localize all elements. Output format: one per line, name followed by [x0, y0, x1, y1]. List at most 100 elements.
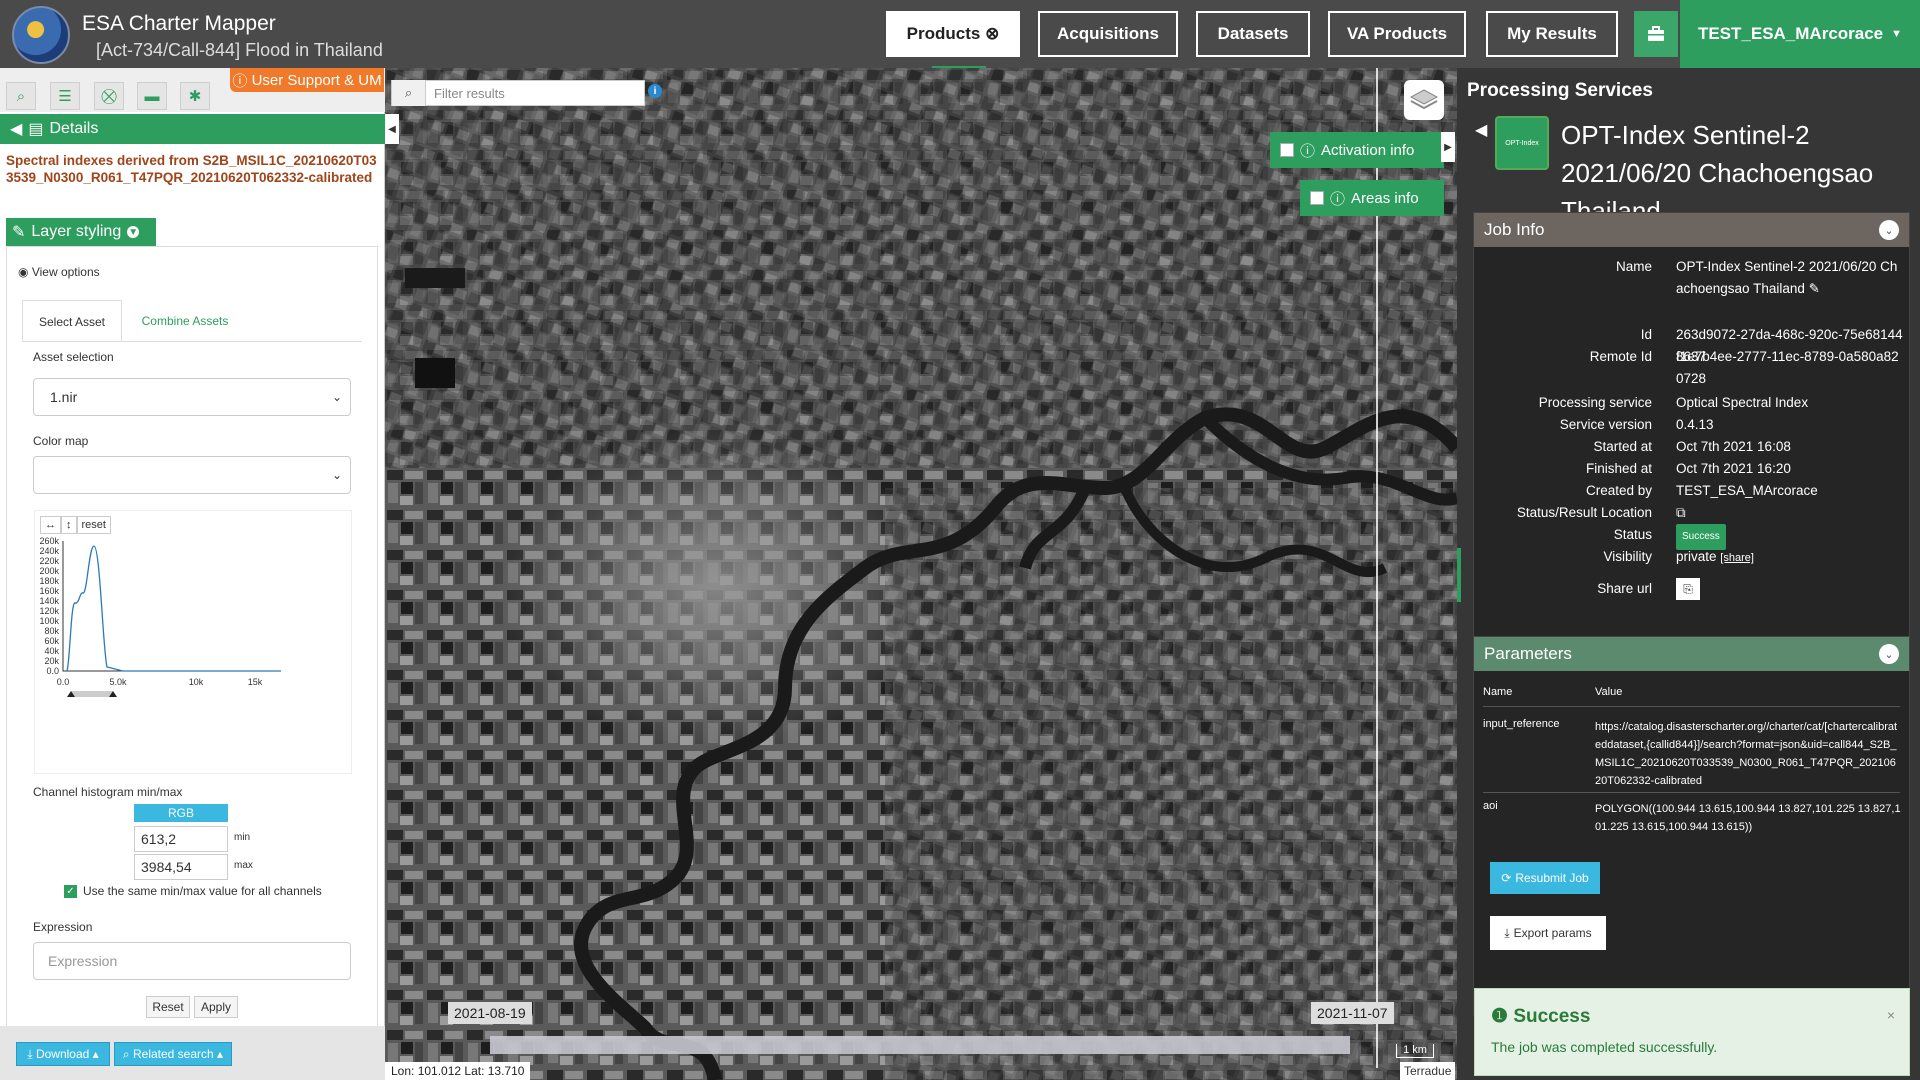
satellite-imagery[interactable]	[385, 68, 1457, 1080]
back-arrow-icon[interactable]: ◀	[10, 119, 22, 139]
download-icon: ⤓	[27, 1046, 36, 1061]
attribution[interactable]: Terradue	[1400, 1062, 1456, 1080]
close-circle-icon[interactable]: ⊗	[985, 24, 999, 44]
briefcase-icon[interactable]	[1634, 11, 1678, 57]
external-link-icon[interactable]: ⧉	[1676, 505, 1686, 520]
search-icon: ⌕	[122, 1046, 133, 1061]
histogram-y-tick: 0.0	[46, 666, 59, 676]
chevron-down-icon[interactable]: ⌄	[1879, 644, 1899, 664]
filter-results[interactable]: ⌕ Filter results	[391, 80, 645, 106]
resubmit-label: Resubmit Job	[1515, 871, 1589, 885]
user-support-label: User Support & UM	[251, 71, 382, 89]
chevron-down-icon: ⌄	[331, 390, 342, 404]
chevron-down-icon[interactable]: ⌄	[1879, 220, 1899, 240]
service-icon: OPT-Index	[1495, 116, 1549, 170]
nav-products[interactable]: Products ⊗	[886, 11, 1020, 57]
nav-my-results[interactable]: My Results	[1486, 11, 1618, 57]
view-options-toggle[interactable]: ◉ View options	[18, 265, 100, 279]
user-name: TEST_ESA_MArcorace	[1697, 24, 1884, 43]
histogram-y-tick: 260k	[39, 536, 59, 546]
histogram-y-tick: 220k	[39, 556, 59, 566]
param-name-aoi: aoi	[1483, 800, 1498, 812]
download-button[interactable]: ⤓ Download ▴	[16, 1042, 110, 1066]
parameters-header[interactable]: Parameters ⌄	[1474, 637, 1909, 671]
resubmit-job-button[interactable]: ⟳ Resubmit Job	[1490, 862, 1600, 894]
gear-icon[interactable]: ✱	[180, 82, 210, 110]
chevron-down-icon[interactable]: ▼	[127, 226, 140, 238]
reset-button[interactable]: Reset	[146, 996, 190, 1018]
nav-va-products[interactable]: VA Products	[1328, 11, 1466, 57]
activation-info-button[interactable]: ⓘ Activation info	[1270, 132, 1444, 168]
panel-resize-handle[interactable]	[1457, 548, 1461, 602]
expand-vertical-icon[interactable]: ↕	[61, 516, 77, 534]
archive-icon[interactable]: ▬	[137, 82, 167, 110]
job-info-header[interactable]: Job Info ⌄	[1474, 213, 1909, 247]
timeline-slider[interactable]	[490, 1036, 1350, 1054]
activation-info-checkbox[interactable]	[1280, 143, 1294, 157]
param-value-aoi: POLYGON((100.944 13.615,100.944 13.827,1…	[1595, 803, 1901, 833]
details-header[interactable]: ◀ ▤ Details	[0, 114, 385, 144]
histogram-x-tick: 10k	[189, 677, 204, 687]
back-arrow-icon[interactable]: ◀	[1475, 120, 1487, 140]
timeline-start-date: 2021-08-19	[448, 1002, 532, 1024]
areas-info-label: Areas info	[1351, 189, 1419, 207]
max-input[interactable]: 3984,54	[134, 854, 228, 880]
job-info-value: private [share]	[1676, 549, 1754, 564]
exclamation-circle-icon: ❶	[1491, 1006, 1514, 1027]
job-info-value: TEST_ESA_MArcorace	[1676, 483, 1818, 498]
histogram-y-tick: 180k	[39, 576, 59, 586]
user-menu[interactable]: TEST_ESA_MArcorace ▼	[1680, 0, 1920, 68]
nav-acquisitions[interactable]: Acquisitions	[1038, 11, 1178, 57]
histogram-y-tick: 20k	[44, 656, 59, 666]
param-divider	[1483, 706, 1900, 707]
channel-histogram-label: Channel histogram min/max	[33, 785, 183, 799]
expand-horizontal-icon[interactable]: ↔	[40, 516, 61, 534]
same-minmax-checkbox[interactable]: ✓	[64, 884, 77, 898]
same-minmax-row: ✓ Use the same min/max value for all chan…	[64, 884, 322, 898]
asset-selection-select[interactable]: 1.nir ⌄	[33, 378, 351, 416]
map-view[interactable]	[385, 68, 1457, 1080]
job-info-value: f1e7b4ee-2777-11ec-8789-0a580a820728	[1676, 349, 1899, 386]
info-icon: ⓘ	[1300, 142, 1316, 160]
tab-select-asset[interactable]: Select Asset	[22, 300, 122, 342]
histogram-x-tick: 5.0k	[109, 677, 127, 687]
user-support-button[interactable]: ⓘ User Support & UM	[230, 68, 384, 92]
color-map-select[interactable]: ⌄	[33, 456, 351, 494]
filter-results-input[interactable]: Filter results	[426, 86, 505, 101]
histogram-y-tick: 100k	[39, 616, 59, 626]
histogram-x-tick: 0.0	[57, 677, 70, 687]
expand-right-arrow[interactable]: ▶	[1441, 132, 1455, 162]
service-icon-label: OPT-Index	[1505, 139, 1539, 147]
histogram-reset-button[interactable]: reset	[76, 516, 111, 534]
basket-icon[interactable]: ⛒	[94, 82, 124, 110]
collapse-left-panel-button[interactable]: ◀	[385, 114, 399, 144]
param-value-header: Value	[1595, 686, 1623, 698]
caret-down-icon: ▼	[1891, 28, 1903, 40]
expression-input[interactable]: Expression	[33, 942, 351, 980]
export-params-button[interactable]: ⤓ Export params	[1490, 916, 1606, 950]
brush-icon: ✎	[12, 224, 26, 241]
related-search-button[interactable]: ⌕ Related search ▴	[114, 1042, 232, 1066]
nav-datasets[interactable]: Datasets	[1196, 11, 1310, 57]
info-icon[interactable]: i	[648, 84, 662, 98]
eye-icon: ◉	[18, 265, 32, 279]
list-icon[interactable]: ☰	[50, 82, 80, 110]
search-icon[interactable]: ⌕	[6, 82, 36, 110]
areas-info-button[interactable]: ⓘ Areas info	[1300, 180, 1444, 216]
tab-combine-assets[interactable]: Combine Assets	[126, 300, 244, 342]
histogram-range-selector[interactable]	[71, 691, 113, 697]
processing-services-header: Processing Services	[1467, 80, 1653, 101]
layer-styling-header[interactable]: ✎ Layer styling ▼	[6, 218, 156, 246]
areas-info-checkbox[interactable]	[1310, 191, 1324, 205]
histogram-chart: 260k240k220k200k180k160k140k120k100k80k6…	[39, 536, 281, 697]
share-link[interactable]: [share]	[1720, 552, 1754, 564]
layers-icon[interactable]	[1404, 80, 1444, 120]
apply-button[interactable]: Apply	[194, 996, 238, 1018]
rgb-badge: RGB	[134, 804, 228, 822]
close-icon[interactable]: ×	[1887, 1007, 1895, 1023]
copy-icon[interactable]: ⎘	[1676, 578, 1700, 600]
job-info-value: Oct 7th 2021 16:20	[1676, 461, 1791, 476]
job-info-key: Finished at	[1585, 461, 1652, 476]
histogram-y-tick: 140k	[39, 596, 59, 606]
min-input[interactable]: 613,2	[134, 826, 228, 852]
